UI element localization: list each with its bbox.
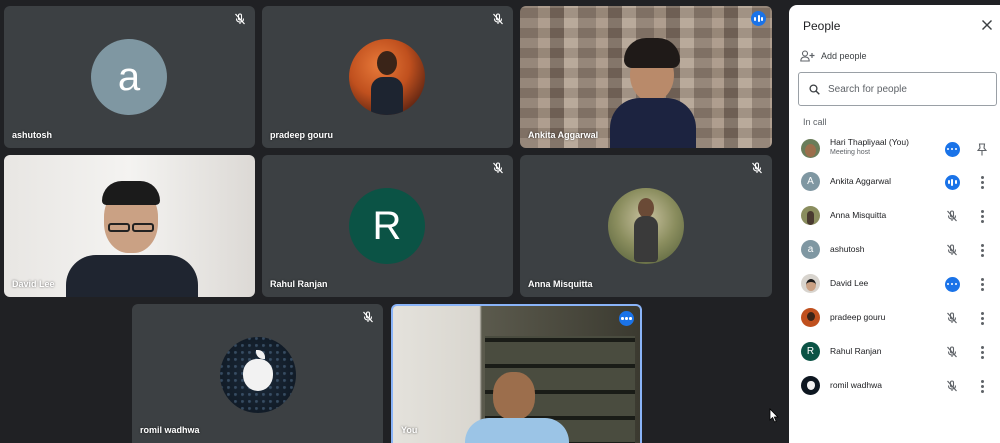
more-vert-icon[interactable] (975, 310, 989, 326)
participant-name: Rahul Ranjan (830, 346, 882, 356)
participant-name: David Lee (830, 278, 869, 288)
tile-ankita-aggarwal[interactable]: Ankita Aggarwal (520, 6, 772, 148)
participant-row[interactable]: R Rahul Ranjan (789, 337, 1000, 367)
apple-logo-icon (243, 359, 273, 391)
people-panel: People Add people In call Hari Thapliyaa… (789, 5, 1000, 443)
participant-name: Hari Thapliyaal (You) (830, 137, 909, 147)
mic-off-icon (751, 162, 763, 174)
more-vert-icon[interactable] (975, 378, 989, 394)
speaking-indicator (944, 174, 960, 190)
participant-name: romil wadhwa (830, 380, 882, 390)
add-people-label: Add people (821, 51, 867, 61)
avatar: R (349, 188, 425, 264)
mic-off-icon (946, 380, 958, 392)
avatar: a (91, 39, 167, 115)
speaking-indicator (751, 11, 766, 26)
participant-name: Ankita Aggarwal (830, 176, 891, 186)
more-options-icon[interactable] (619, 311, 634, 326)
participant-row[interactable]: David Lee (789, 269, 1000, 299)
avatar-photo (220, 337, 296, 413)
avatar: a (801, 240, 820, 259)
avatar-photo (608, 188, 684, 264)
mic-off-icon (946, 346, 958, 358)
participant-name: Anna Misquitta (830, 210, 887, 220)
participant-row[interactable]: pradeep gouru (789, 303, 1000, 333)
search-icon (809, 83, 820, 95)
participant-row[interactable]: a ashutosh (789, 235, 1000, 265)
tile-pradeep-gouru[interactable]: pradeep gouru (262, 6, 513, 148)
avatar-letter: a (117, 54, 141, 99)
avatar-letter: A (807, 176, 814, 187)
mouse-cursor-icon (769, 408, 779, 423)
avatar-photo (801, 308, 820, 327)
more-options-icon[interactable] (944, 276, 960, 292)
tile-ashutosh[interactable]: a ashutosh (4, 6, 255, 148)
tile-anna-misquitta[interactable]: Anna Misquitta (520, 155, 772, 297)
mic-off-icon (492, 13, 504, 25)
tile-name: romil wadhwa (140, 425, 200, 435)
participant-row[interactable]: Hari Thapliyaal (You) Meeting host (789, 134, 1000, 164)
tile-name: ashutosh (12, 130, 53, 140)
avatar-photo (801, 139, 820, 158)
tile-david-lee[interactable]: David Lee (4, 155, 255, 297)
mic-off-icon (946, 244, 958, 256)
avatar-letter: R (806, 346, 815, 357)
apple-logo-icon (806, 381, 815, 390)
pin-icon[interactable] (975, 141, 989, 157)
participant-name: pradeep gouru (830, 312, 886, 322)
panel-title: People (803, 19, 841, 33)
avatar-letter: a (807, 244, 814, 255)
more-vert-icon[interactable] (975, 208, 989, 224)
participant-row[interactable]: romil wadhwa (789, 371, 1000, 401)
more-vert-icon[interactable] (975, 276, 989, 292)
participant-row[interactable]: A Ankita Aggarwal (789, 167, 1000, 197)
mic-off-icon (234, 13, 246, 25)
avatar-photo (801, 274, 820, 293)
participant-video (493, 372, 535, 420)
avatar: R (801, 342, 820, 361)
mic-off-icon (946, 210, 958, 222)
tile-name: Rahul Ranjan (270, 279, 328, 289)
tile-you[interactable]: You (391, 304, 642, 443)
mic-off-icon (946, 312, 958, 324)
avatar-photo (349, 39, 425, 115)
tile-name: pradeep gouru (270, 130, 334, 140)
participant-row[interactable]: Anna Misquitta (789, 201, 1000, 231)
tile-name: Ankita Aggarwal (528, 130, 599, 140)
avatar-letter: R (372, 203, 402, 248)
tile-name: Anna Misquitta (528, 279, 593, 289)
more-vert-icon[interactable] (975, 242, 989, 258)
person-add-icon (800, 50, 815, 62)
avatar: A (801, 172, 820, 191)
tile-name: David Lee (12, 279, 55, 289)
avatar-photo (801, 206, 820, 225)
close-icon[interactable] (981, 19, 993, 31)
search-field[interactable] (798, 72, 997, 106)
section-label: In call (803, 117, 827, 127)
participant-name: ashutosh (830, 244, 865, 254)
participant-role: Meeting host (830, 149, 871, 156)
more-vert-icon[interactable] (975, 174, 989, 190)
more-options-icon[interactable] (944, 141, 960, 157)
more-vert-icon[interactable] (975, 344, 989, 360)
add-people-button[interactable]: Add people (800, 50, 867, 62)
tile-romil-wadhwa[interactable]: romil wadhwa (132, 304, 383, 443)
mic-off-icon (492, 162, 504, 174)
avatar-photo (801, 376, 820, 395)
search-input[interactable] (828, 83, 978, 95)
tile-name: You (401, 425, 418, 435)
tile-rahul-ranjan[interactable]: R Rahul Ranjan (262, 155, 513, 297)
mic-off-icon (362, 311, 374, 323)
